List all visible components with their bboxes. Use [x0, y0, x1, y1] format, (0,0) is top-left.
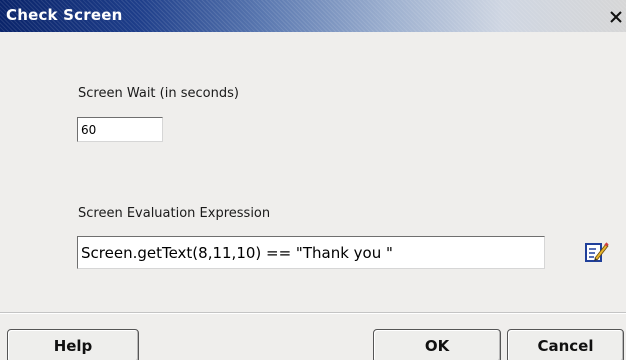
edit-expression-icon: [585, 242, 609, 262]
check-screen-dialog: Check Screen Screen Wait (in seconds) Sc…: [0, 0, 628, 360]
close-button[interactable]: [607, 8, 625, 26]
screen-wait-label: Screen Wait (in seconds): [78, 86, 239, 101]
expression-input[interactable]: [77, 236, 545, 269]
cancel-button[interactable]: Cancel: [507, 329, 624, 360]
close-icon: [610, 11, 622, 23]
ok-button[interactable]: OK: [373, 329, 501, 360]
help-button[interactable]: Help: [7, 329, 139, 360]
edit-expression-button[interactable]: [585, 241, 609, 263]
button-separator: [0, 312, 626, 314]
title-bar[interactable]: Check Screen: [0, 0, 626, 32]
screen-wait-input[interactable]: [77, 117, 163, 142]
expression-label: Screen Evaluation Expression: [78, 206, 271, 221]
window-title: Check Screen: [6, 6, 123, 24]
